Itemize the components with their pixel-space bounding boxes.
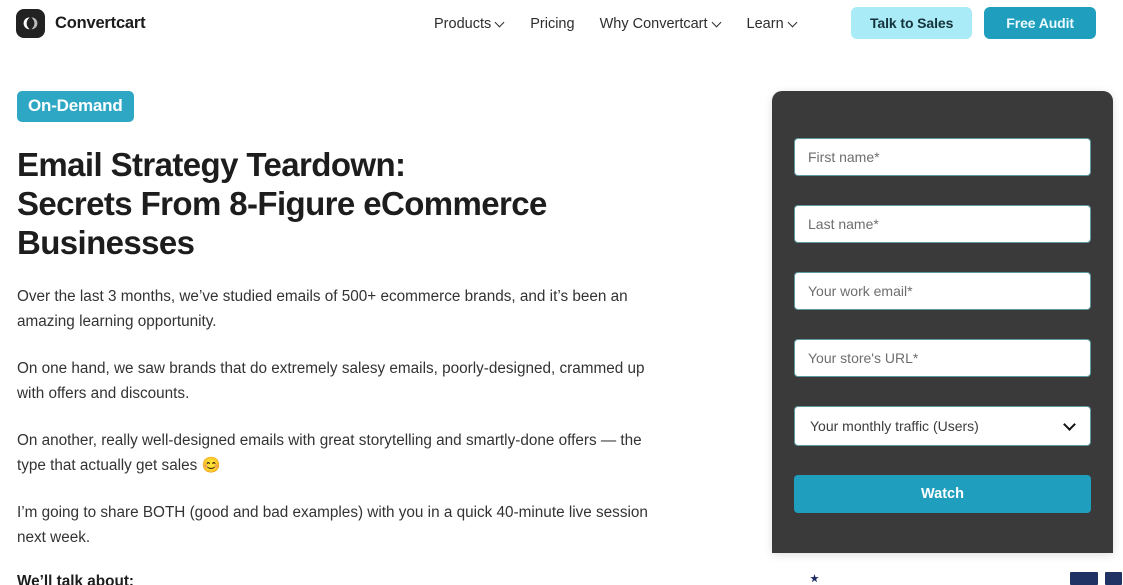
first-name-input[interactable] — [794, 138, 1091, 176]
nav-item-label: Why Convertcart — [599, 15, 708, 32]
page-content: On-Demand Email Strategy Teardown: Secre… — [0, 47, 1123, 585]
chevron-down-icon — [496, 18, 505, 27]
page-title: Email Strategy Teardown: Secrets From 8-… — [17, 146, 547, 261]
site-header: Convertcart Products Pricing Why Convert… — [0, 0, 1123, 47]
partner-logo-icon — [1070, 572, 1122, 585]
brand-name: Convertcart — [55, 14, 146, 32]
talk-to-sales-button[interactable]: Talk to Sales — [851, 7, 973, 39]
registration-form: Your monthly traffic (Users) Watch — [772, 91, 1113, 553]
hero-paragraph-4: I’m going to share BOTH (good and bad ex… — [17, 504, 648, 546]
store-url-input[interactable] — [794, 339, 1091, 377]
header-actions: Talk to Sales Free Audit — [851, 7, 1096, 39]
talk-about-heading: We’ll talk about: — [17, 573, 135, 585]
nav-item-label: Products — [434, 15, 492, 32]
work-email-input[interactable] — [794, 272, 1091, 310]
status-badge: On-Demand — [17, 91, 134, 122]
brand-logo-link[interactable]: Convertcart — [16, 9, 146, 38]
hero-paragraph-1: Over the last 3 months, we’ve studied em… — [17, 288, 628, 330]
nav-item-why-convertcart[interactable]: Why Convertcart — [600, 16, 722, 32]
nav-item-products[interactable]: Products — [434, 16, 505, 32]
last-name-input[interactable] — [794, 205, 1091, 243]
nav-item-label: Learn — [746, 15, 784, 32]
partner-logo-icon — [792, 572, 844, 585]
monthly-traffic-select[interactable]: Your monthly traffic (Users) — [794, 406, 1091, 446]
main-navigation: Products Pricing Why Convertcart Learn — [434, 0, 798, 47]
hero-paragraph-2: On one hand, we saw brands that do extre… — [17, 360, 645, 402]
nav-item-learn[interactable]: Learn — [747, 16, 798, 32]
monthly-traffic-select-wrap: Your monthly traffic (Users) — [794, 406, 1091, 446]
free-audit-button[interactable]: Free Audit — [984, 7, 1096, 39]
registration-form-panel: Your monthly traffic (Users) Watch — [772, 91, 1122, 585]
hero-section: On-Demand Email Strategy Teardown: Secre… — [17, 91, 707, 585]
watch-submit-button[interactable]: Watch — [794, 475, 1091, 513]
chevron-down-icon — [713, 18, 722, 27]
convertcart-logo-icon — [16, 9, 45, 38]
hero-paragraph-3: On another, really well-designed emails … — [17, 432, 642, 474]
nav-item-label: Pricing — [530, 15, 575, 32]
nav-item-pricing[interactable]: Pricing — [530, 16, 574, 32]
chevron-down-icon — [789, 18, 798, 27]
partner-logo-strip — [792, 572, 1122, 585]
